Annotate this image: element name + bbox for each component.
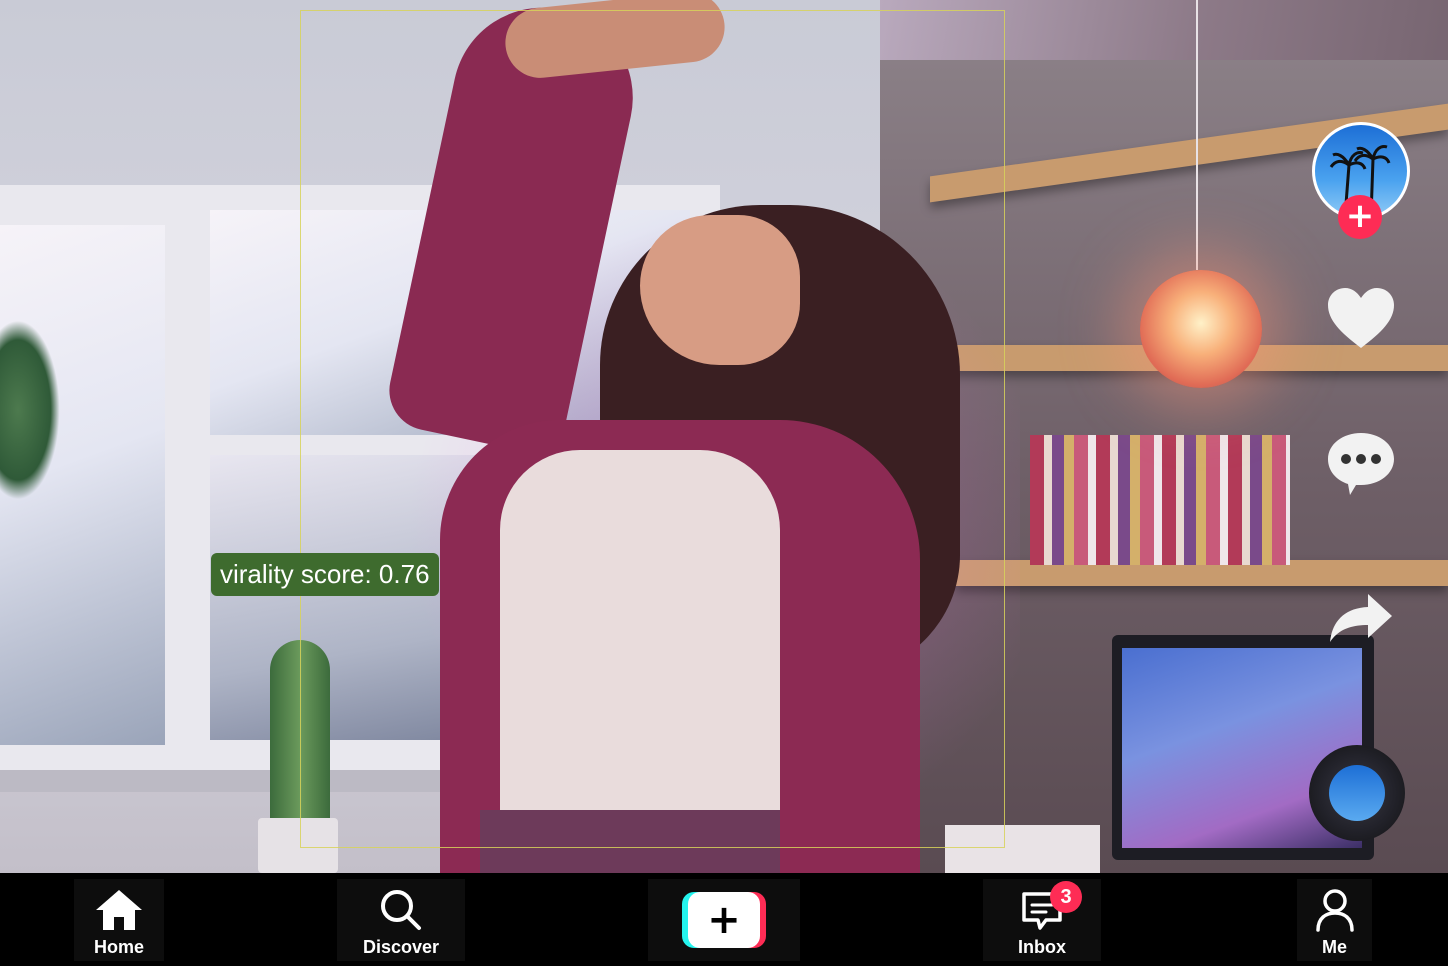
create-plus-icon: + [688,892,760,948]
sound-disc-button[interactable] [1309,745,1405,841]
share-button[interactable] [1325,582,1397,654]
light-bulb [1140,270,1262,388]
create-button[interactable]: + [682,892,766,948]
share-arrow-icon [1330,594,1392,642]
plant [0,320,60,500]
inbox-badge: 3 [1050,881,1082,913]
books [1030,435,1290,565]
nav-home[interactable]: Home [74,879,164,961]
nav-inbox[interactable]: 3 Inbox [983,879,1101,961]
inbox-icon: 3 [1020,881,1082,933]
nav-discover-label: Discover [362,937,440,957]
profile-icon [1315,887,1355,933]
like-button[interactable] [1325,282,1397,354]
nav-me-label: Me [1321,937,1347,957]
search-icon [379,887,423,933]
virality-score-label: virality score: 0.76 [211,553,439,596]
nav-inbox-label: Inbox [1018,937,1066,957]
nav-create[interactable]: + [648,879,800,961]
heart-icon [1328,288,1394,348]
nav-home-label: Home [93,937,144,957]
comment-button[interactable] [1325,428,1397,500]
bottom-navigation: Home Discover + 3 Inbox Me [0,873,1448,966]
detection-box [300,10,1005,848]
music-disc-icon [1329,765,1385,821]
lamp-wire [1196,0,1198,270]
home-icon [94,887,144,933]
follow-button[interactable]: + [1338,195,1382,239]
comment-bubble-icon [1328,433,1394,495]
video-player[interactable]: virality score: 0.76 [0,0,1448,873]
nav-me[interactable]: Me [1297,879,1372,961]
nav-discover[interactable]: Discover [337,879,465,961]
creator-avatar[interactable]: + [1312,122,1410,239]
